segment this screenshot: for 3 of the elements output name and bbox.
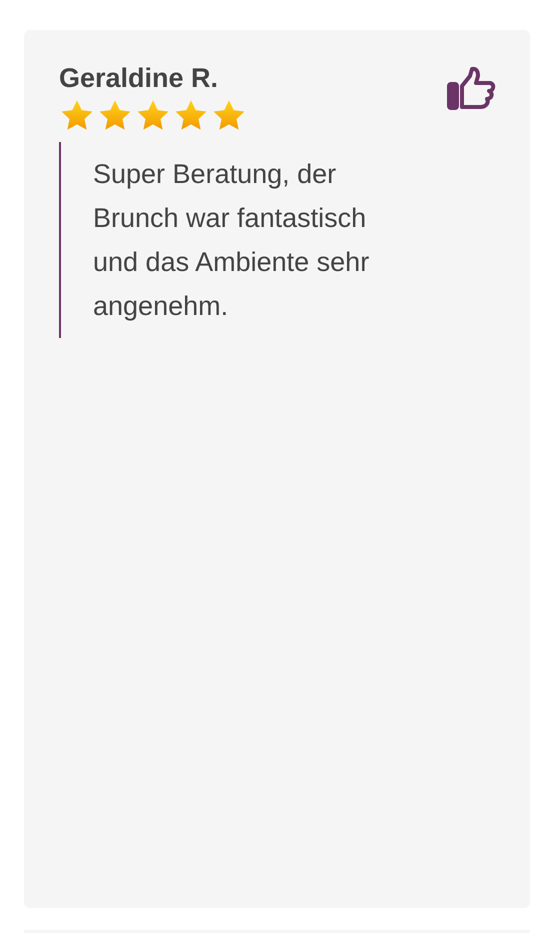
reviewer-name: Geraldine R.: [59, 62, 220, 94]
thumbs-up-icon: [446, 66, 496, 112]
review-text: Super Beratung, der Brunch war fantastisch und das Ambiente sehr angenehm.: [59, 142, 404, 338]
